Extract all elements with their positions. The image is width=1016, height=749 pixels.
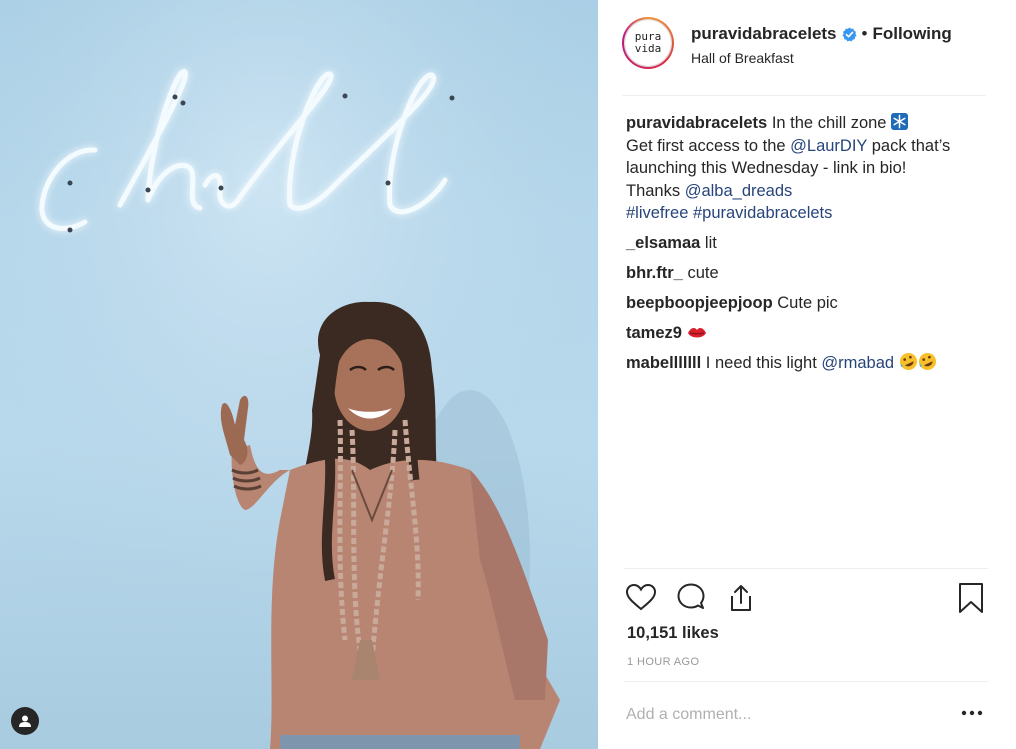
comment-username[interactable]: beepboopjeepjoop <box>626 294 773 312</box>
hashtag-puravidabracelets[interactable]: #puravidabracelets <box>693 204 832 222</box>
comment-text: cute <box>687 264 719 282</box>
comment-item: tamez9 <box>626 322 986 345</box>
mention-laurdiy[interactable]: @LaurDIY <box>790 137 867 155</box>
heart-icon <box>625 583 657 611</box>
comment-username[interactable]: _elsamaa <box>626 234 700 252</box>
user-icon <box>19 715 31 727</box>
location-link[interactable]: Hall of Breakfast <box>691 50 952 66</box>
post-header: pura vida puravidabracelets • Following … <box>622 14 986 96</box>
rolling-laughing-emoji-icon <box>918 352 936 371</box>
comment-item: beepboopjeepjoop Cute pic <box>626 292 986 315</box>
action-bar <box>624 568 988 624</box>
comment-text: lit <box>704 234 717 252</box>
rolling-laughing-emoji-icon <box>899 352 917 371</box>
avatar[interactable]: pura vida <box>624 19 672 67</box>
caption-text-2: Get first access to the <box>626 136 786 155</box>
hashtag-livefree[interactable]: #livefree <box>626 204 688 222</box>
comment-item: bhr.ftr_ cute <box>626 262 986 285</box>
caption-text-1: In the chill zone <box>771 114 887 132</box>
comment-item: _elsamaa lit <box>626 232 986 255</box>
caption: puravidabracelets In the chill zone Get … <box>626 112 986 225</box>
tagged-people-button[interactable] <box>11 707 39 735</box>
likes-count[interactable]: 10,151 likes <box>627 624 719 643</box>
add-comment-section: Add a comment... <box>624 681 988 749</box>
comment-username[interactable]: mabelllllll <box>626 354 701 372</box>
separator-dot: • <box>861 24 868 43</box>
story-ring[interactable]: pura vida <box>622 17 674 69</box>
share-button[interactable] <box>724 581 758 615</box>
avatar-text-line2: vida <box>634 42 662 55</box>
comments-list: puravidabracelets In the chill zone Get … <box>626 112 986 375</box>
speech-bubble-icon <box>677 583 705 609</box>
share-icon <box>731 585 751 611</box>
post-timestamp[interactable]: 1 HOUR AGO <box>627 656 699 668</box>
header-username[interactable]: puravidabracelets <box>691 24 837 44</box>
comment-text: Cute pic <box>777 294 838 312</box>
caption-text-4: Thanks <box>626 181 681 200</box>
following-button[interactable]: Following <box>872 24 951 44</box>
comment-item: mabelllllll I need this light @rmabad <box>626 352 986 375</box>
post-details-panel: pura vida puravidabracelets • Following … <box>598 0 1016 749</box>
comment-button[interactable] <box>674 581 708 615</box>
mention-alba-dreads[interactable]: @alba_dreads <box>685 182 793 200</box>
comment-text: I need this light <box>705 354 817 372</box>
save-button[interactable] <box>954 581 988 615</box>
mention-rmabad[interactable]: @rmabad <box>821 354 894 372</box>
comment-input[interactable]: Add a comment... <box>626 706 751 724</box>
verified-badge-icon <box>841 26 857 41</box>
bookmark-icon <box>959 583 983 613</box>
instagram-post: pura vida puravidabracelets • Following … <box>0 0 1016 749</box>
post-photo[interactable] <box>0 0 598 749</box>
lips-emoji-icon <box>687 328 706 338</box>
caption-username[interactable]: puravidabracelets <box>626 114 767 132</box>
comment-username[interactable]: tamez9 <box>626 324 682 342</box>
photo-scene <box>0 0 598 749</box>
like-button[interactable] <box>624 581 658 615</box>
comment-username[interactable]: bhr.ftr_ <box>626 264 683 282</box>
snowflake-emoji-icon <box>891 113 909 130</box>
more-options-icon[interactable] <box>960 706 984 720</box>
